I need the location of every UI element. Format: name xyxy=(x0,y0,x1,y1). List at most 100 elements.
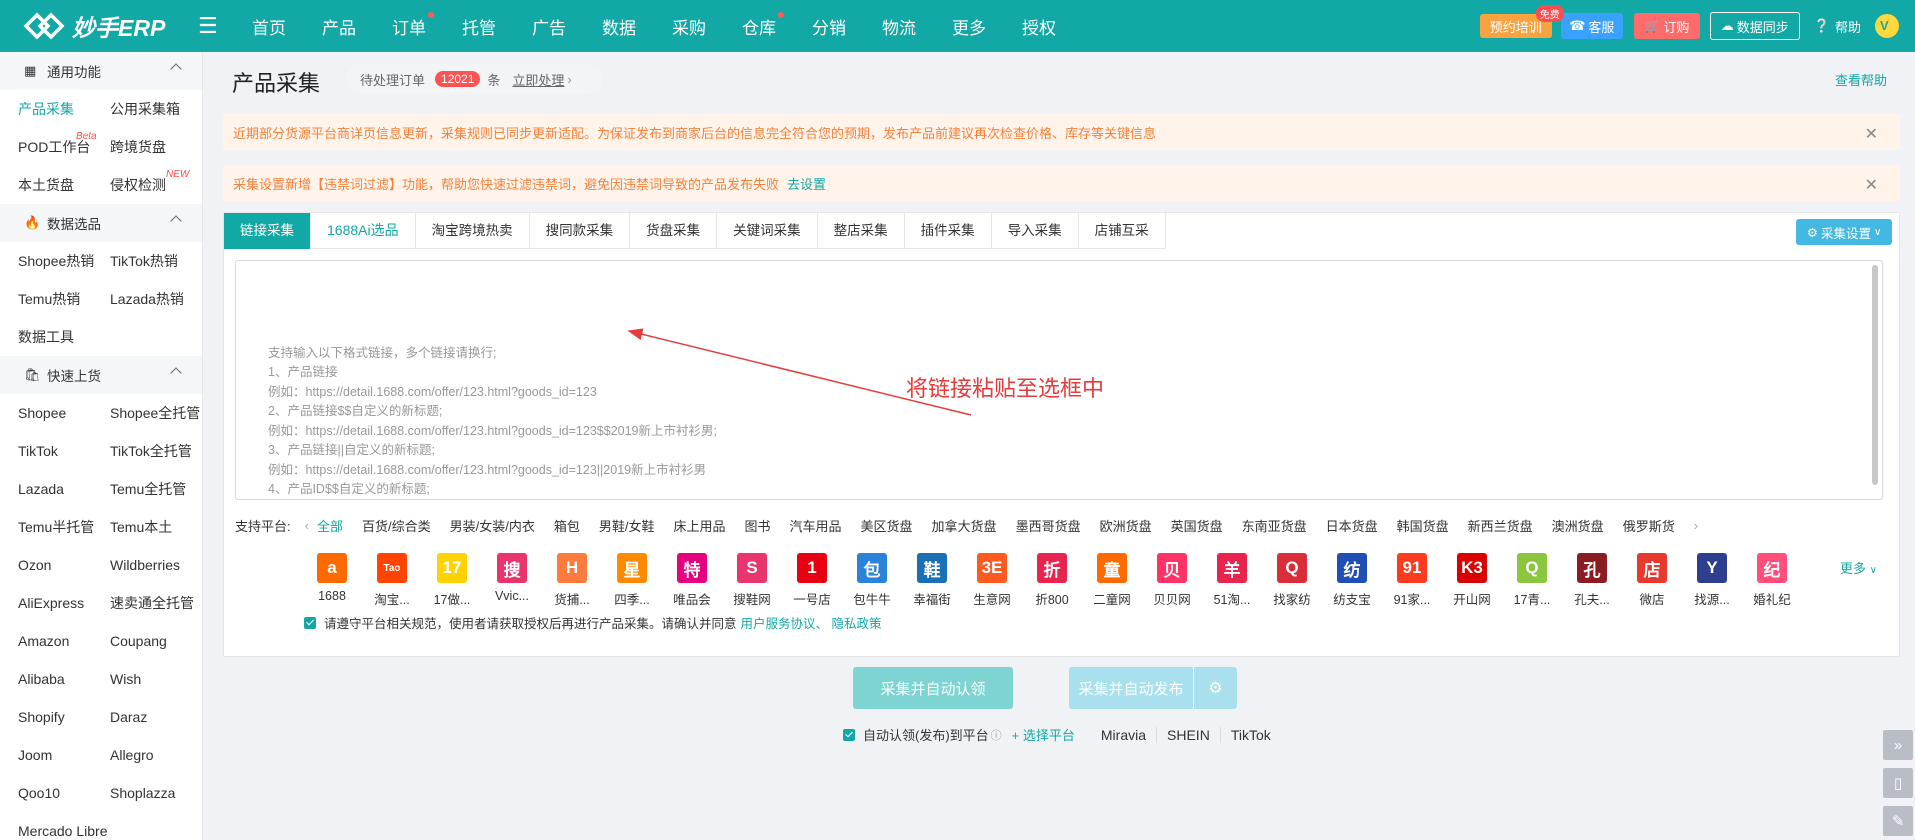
nav-item[interactable]: 分销 xyxy=(794,14,864,39)
sidebar-item[interactable]: 侵权检测 NEW xyxy=(110,166,202,204)
platform-filter-tab[interactable]: 韩国货盘 xyxy=(1397,516,1449,535)
nav-item[interactable]: 采购 xyxy=(654,14,724,39)
source-site[interactable]: 贝贝贝网 xyxy=(1142,553,1202,608)
source-site[interactable]: H 货捕... xyxy=(542,553,602,608)
nav-item[interactable]: 数据 xyxy=(584,14,654,39)
help-button[interactable]: ❔ 帮助 xyxy=(1814,17,1861,36)
platform-filter-tab[interactable]: 床上用品 xyxy=(673,516,725,535)
sidebar-item[interactable]: 跨境货盘 xyxy=(110,128,202,166)
sidebar-item[interactable]: Qoo10 xyxy=(18,774,110,812)
order-button[interactable]: 🛒 订购 xyxy=(1633,13,1700,39)
platform-filter-tab[interactable]: 加拿大货盘 xyxy=(932,516,997,535)
sidebar-item[interactable]: Shoplazza xyxy=(110,774,202,812)
training-button[interactable]: 预约培训 免费 xyxy=(1479,5,1564,38)
source-site[interactable]: Q 17青... xyxy=(1502,553,1562,608)
auto-platform-tag[interactable]: TikTok xyxy=(1221,727,1281,743)
sidebar-item[interactable]: 公用采集箱 xyxy=(110,90,202,128)
chevron-right-icon[interactable]: › xyxy=(1694,518,1698,533)
sidebar-item[interactable]: Lazada热销 xyxy=(110,280,202,318)
sidebar-item[interactable]: TikTok全托管 xyxy=(110,432,202,470)
platform-filter-tab[interactable]: 美区货盘 xyxy=(861,516,913,535)
sidebar-item[interactable]: Temu半托管 xyxy=(18,508,110,546)
sidebar-item[interactable]: Allegro xyxy=(110,736,202,774)
platform-filter-tab[interactable]: 日本货盘 xyxy=(1326,516,1378,535)
sidebar-item[interactable]: Shopee全托管 xyxy=(110,394,202,432)
nav-item[interactable]: 首页 xyxy=(234,14,304,39)
chevron-left-icon[interactable]: ‹ xyxy=(305,518,309,533)
sidebar-item[interactable]: AliExpress xyxy=(18,584,110,622)
platform-filter-tab[interactable]: 男鞋/女鞋 xyxy=(599,516,655,535)
nav-item[interactable]: 更多 xyxy=(934,14,1004,39)
source-site[interactable]: 纪婚礼纪 xyxy=(1742,553,1802,608)
customer-service-button[interactable]: ☎ 客服 xyxy=(1560,13,1623,39)
sidebar-item[interactable]: Wildberries xyxy=(110,546,202,584)
data-sync-button[interactable]: ☁ 数据同步 xyxy=(1709,12,1800,40)
platform-filter-tab[interactable]: 澳洲货盘 xyxy=(1552,516,1604,535)
close-icon[interactable]: ✕ xyxy=(1865,175,1878,195)
platform-filter-tab[interactable]: 东南亚货盘 xyxy=(1242,516,1307,535)
source-site[interactable]: 童二童网 xyxy=(1082,553,1142,608)
platform-filter-tab[interactable]: 新西兰货盘 xyxy=(1468,516,1533,535)
platform-filter-tab[interactable]: 俄罗斯货 xyxy=(1623,516,1675,535)
collapse-icon[interactable]: » xyxy=(1883,730,1913,760)
source-site[interactable]: 17 17做... xyxy=(422,553,482,608)
platform-filter-tab[interactable]: 英国货盘 xyxy=(1171,516,1223,535)
platform-filter-tab[interactable]: 图书 xyxy=(745,516,771,535)
platform-filter-tab[interactable]: 全部 xyxy=(317,516,343,535)
source-site[interactable]: 包包牛牛 xyxy=(842,553,902,608)
auto-platform-tag[interactable]: Miravia xyxy=(1091,726,1158,743)
platform-filter-tab[interactable]: 墨西哥货盘 xyxy=(1016,516,1081,535)
source-site[interactable]: S 搜鞋网 xyxy=(722,553,782,608)
sidebar-item[interactable]: Temu全托管 xyxy=(110,470,202,508)
sidebar-item[interactable]: Coupang xyxy=(110,622,202,660)
platform-filter-tab[interactable]: 汽车用品 xyxy=(790,516,842,535)
sidebar-section-header[interactable]: ▦ 通用功能 xyxy=(0,52,202,90)
sidebar-item[interactable]: Shopee xyxy=(18,394,110,432)
platform-filter-tab[interactable]: 箱包 xyxy=(554,516,580,535)
menu-toggle-icon[interactable]: ☰ xyxy=(198,13,222,39)
nav-item[interactable]: 物流 xyxy=(864,14,934,39)
sidebar-section-header[interactable]: 🔥 数据选品 xyxy=(0,204,202,242)
sidebar-item[interactable]: Lazada xyxy=(18,470,110,508)
sidebar-item[interactable]: 本土货盘 xyxy=(18,166,110,204)
mobile-icon[interactable]: ▯ xyxy=(1883,768,1913,798)
nav-item[interactable]: 产品 xyxy=(304,14,374,39)
source-site[interactable]: Y 找源... xyxy=(1682,553,1742,608)
auto-claim-checkbox[interactable] xyxy=(843,728,855,741)
source-site[interactable]: K3 开山网 xyxy=(1442,553,1502,608)
agreement-links[interactable]: 用户服务协议、 隐私政策 xyxy=(741,613,882,632)
sidebar-item[interactable]: Daraz xyxy=(110,698,202,736)
source-site[interactable]: Q 找家纺 xyxy=(1262,553,1322,608)
source-site[interactable]: Tao 淘宝... xyxy=(362,553,422,608)
nav-item[interactable]: 订单 xyxy=(374,11,444,39)
sidebar-section-header[interactable]: 🛍 快速上货 xyxy=(0,356,202,394)
auto-platform-tag[interactable]: SHEIN xyxy=(1157,726,1221,743)
publish-settings-gear-icon[interactable]: ⚙ xyxy=(1193,667,1237,709)
logo[interactable]: 妙手ERP xyxy=(22,9,182,43)
view-help-link[interactable]: 查看帮助 xyxy=(1835,70,1887,89)
source-site[interactable]: 搜 Vvic... xyxy=(482,553,542,608)
sidebar-item[interactable]: Joom xyxy=(18,736,110,774)
select-platform-button[interactable]: + 选择平台 xyxy=(1012,725,1075,744)
platform-filter-tab[interactable]: 百货/综合类 xyxy=(362,516,431,535)
sidebar-item[interactable]: Alibaba xyxy=(18,660,110,698)
platform-filter-tab[interactable]: 男装/女装/内衣 xyxy=(450,516,535,535)
collect-and-publish-button[interactable]: 采集并自动发布 xyxy=(1069,667,1193,709)
process-now-link[interactable]: 立即处理 xyxy=(512,70,564,89)
sidebar-item[interactable]: Temu本土 xyxy=(110,508,202,546)
sidebar-item[interactable]: TikTok热销 xyxy=(110,242,202,280)
source-site[interactable]: 羊 51淘... xyxy=(1202,553,1262,608)
source-site[interactable]: a 1688 xyxy=(302,553,362,608)
source-site[interactable]: 91 91家... xyxy=(1382,553,1442,608)
sidebar-item[interactable]: Shopee热销 xyxy=(18,242,110,280)
sidebar-item[interactable]: TikTok xyxy=(18,432,110,470)
close-icon[interactable]: ✕ xyxy=(1865,124,1878,144)
avatar[interactable]: V xyxy=(1875,14,1899,38)
platform-filter-tab[interactable]: 欧洲货盘 xyxy=(1100,516,1152,535)
source-site[interactable]: 纺纺支宝 xyxy=(1322,553,1382,608)
sidebar-item[interactable]: 速卖通全托管 xyxy=(110,584,202,622)
feedback-icon[interactable]: ✎ xyxy=(1883,806,1913,836)
collect-and-claim-button[interactable]: 采集并自动认领 xyxy=(853,667,1013,709)
nav-item[interactable]: 广告 xyxy=(514,14,584,39)
sidebar-item[interactable]: Temu热销 xyxy=(18,280,110,318)
